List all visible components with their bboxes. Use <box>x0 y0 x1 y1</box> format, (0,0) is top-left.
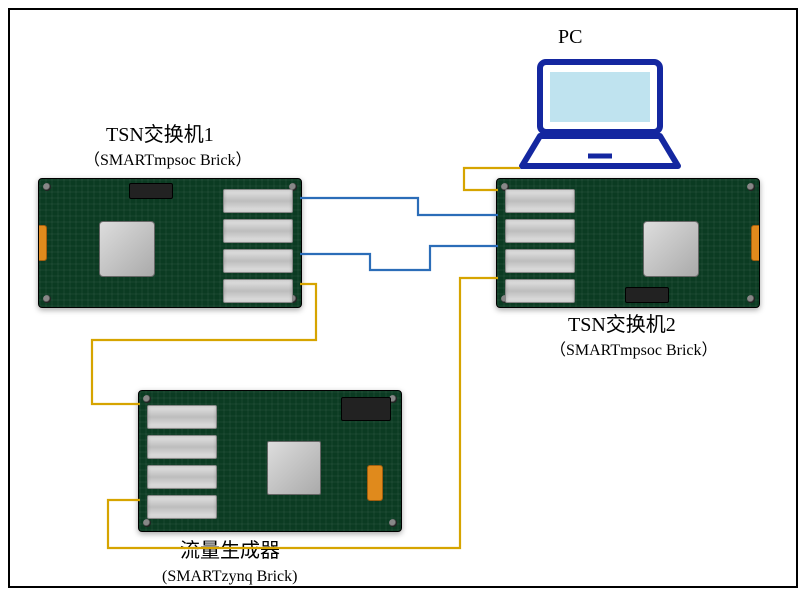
sfp-port <box>223 279 293 303</box>
sfp-port <box>223 219 293 243</box>
switch1-title: TSN交换机1 <box>106 122 214 149</box>
switch2-title: TSN交换机2 <box>568 312 676 339</box>
sfp-ports-left <box>505 189 575 303</box>
orange-connector <box>367 465 383 501</box>
trafficgen-title: 流量生成器 <box>180 538 280 565</box>
pc-icon <box>510 58 690 178</box>
laptop-svg <box>510 58 690 178</box>
soc-chip-icon <box>643 221 699 277</box>
switch2-model: （SMARTmpsoc Brick） <box>550 340 718 362</box>
black-connector <box>625 287 669 303</box>
orange-connector <box>38 225 47 261</box>
fpga-chip-icon <box>267 441 321 495</box>
sfp-ports-right <box>223 189 293 303</box>
sfp-port <box>223 249 293 273</box>
sfp-port <box>505 279 575 303</box>
sfp-port <box>147 435 217 459</box>
tsn-switch-1 <box>38 178 302 308</box>
trafficgen-model: (SMARTzynq Brick) <box>162 566 297 588</box>
sfp-port <box>505 219 575 243</box>
sfp-ports-left <box>147 405 217 519</box>
sfp-port <box>147 495 217 519</box>
soc-chip-icon <box>99 221 155 277</box>
orange-connector <box>751 225 760 261</box>
sfp-port <box>223 189 293 213</box>
black-connector <box>129 183 173 199</box>
sfp-port <box>147 465 217 489</box>
pc-label: PC <box>558 24 582 51</box>
tsn-switch-2 <box>496 178 760 308</box>
traffic-generator <box>138 390 402 532</box>
sfp-port <box>505 189 575 213</box>
diagram-frame: PC TSN交换机1 （SMARTmpsoc Brick） <box>8 8 798 588</box>
switch1-model: （SMARTmpsoc Brick） <box>84 150 252 172</box>
sfp-port <box>505 249 575 273</box>
sfp-port <box>147 405 217 429</box>
black-connector <box>341 397 391 421</box>
